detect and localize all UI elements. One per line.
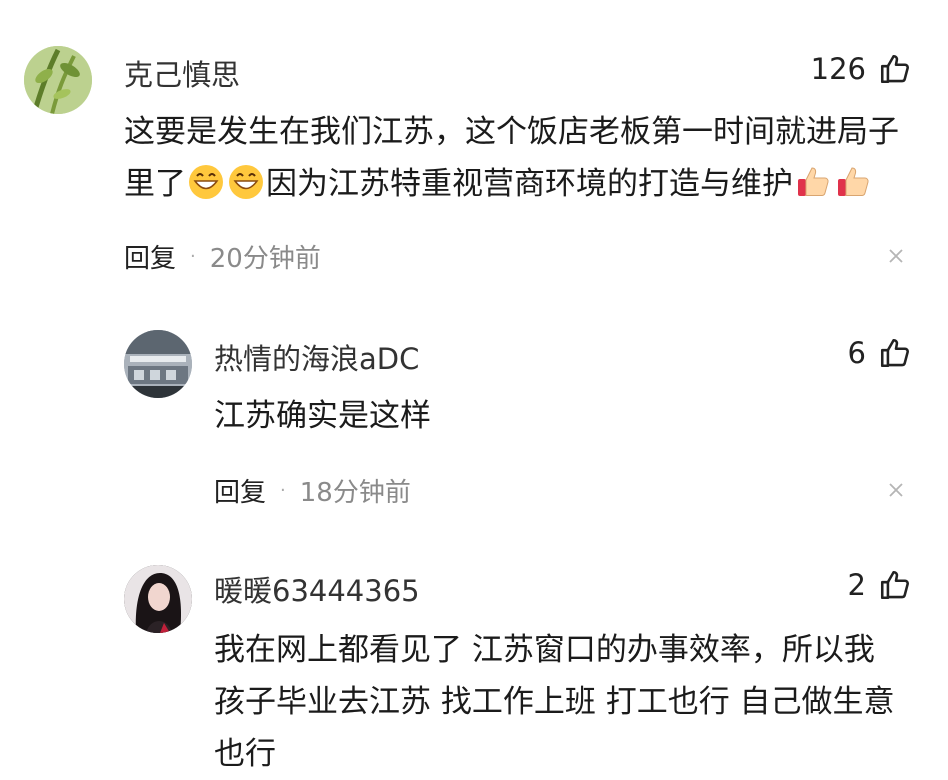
comment-meta: 回复 · 18分钟前 <box>214 472 411 509</box>
thumbs-up-emoji <box>798 167 829 196</box>
thumbs-up-emoji <box>838 167 869 196</box>
comment-text-fragment: 因为江苏特重视营商环境的打造与维护 <box>266 166 793 202</box>
separator-dot: · <box>280 480 286 501</box>
comment-username[interactable]: 热情的海浪aDC <box>214 336 419 378</box>
comment-username[interactable]: 暖暖63444365 <box>214 568 420 610</box>
reply-button[interactable]: 回复 <box>214 472 266 509</box>
comment-text: 这要是发生在我们江苏，这个饭店老板第一时间就进局子 里了 因为江苏特重视营商环境的… <box>124 106 924 210</box>
comment-text-line: 这要是发生在我们江苏，这个饭店老板第一时间就进局子 <box>124 114 899 150</box>
comment-text: 江苏确实是这样 <box>214 398 431 434</box>
grinning-emoji <box>189 165 223 199</box>
avatar[interactable] <box>24 46 92 114</box>
comment-text: 我在网上都看见了 江苏窗口的办事效率，所以我 孩子毕业去江苏 找工作上班 打工也… <box>214 624 924 780</box>
avatar[interactable] <box>124 565 192 633</box>
thumbs-up-icon <box>880 570 909 600</box>
like-count: 2 <box>847 568 866 602</box>
like-count: 126 <box>810 52 866 86</box>
avatar[interactable] <box>124 330 192 398</box>
thumbs-up-icon <box>880 338 909 368</box>
comment-time: 20分钟前 <box>209 244 321 274</box>
avatar-image <box>124 330 192 398</box>
comment-text-line: 里了 因为江苏特重视营商环境的打造与维护 <box>124 158 924 210</box>
close-icon[interactable] <box>887 247 905 265</box>
comment-text-line: 孩子毕业去江苏 找工作上班 打工也行 自己做生意 <box>214 684 895 720</box>
reply-button[interactable]: 回复 <box>124 238 176 275</box>
comment-text-line: 我在网上都看见了 江苏窗口的办事效率，所以我 <box>214 632 875 668</box>
like-button[interactable]: 2 <box>848 568 912 602</box>
comment-time: 18分钟前 <box>299 478 411 508</box>
grinning-emoji <box>229 165 263 199</box>
comment-username[interactable]: 克己慎思 <box>124 52 240 94</box>
comment-text-line: 也行 <box>214 736 276 772</box>
thumbs-up-icon <box>880 54 909 84</box>
comment-text-fragment: 里了 <box>124 166 186 202</box>
like-count: 6 <box>847 336 866 370</box>
avatar-image <box>124 565 192 633</box>
separator-dot: · <box>190 246 196 267</box>
avatar-image <box>24 46 92 114</box>
like-button[interactable]: 126 <box>811 52 912 86</box>
close-icon[interactable] <box>887 481 905 499</box>
like-button[interactable]: 6 <box>848 336 912 370</box>
comment-meta: 回复 · 20分钟前 <box>124 238 321 275</box>
